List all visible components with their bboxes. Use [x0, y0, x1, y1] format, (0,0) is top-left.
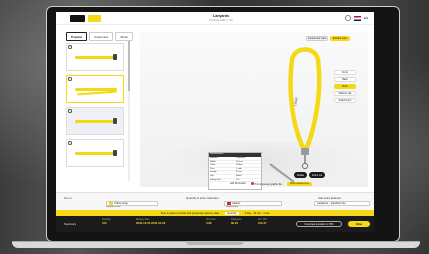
lanyard-preview — [75, 120, 117, 123]
spec-value: Polyester — [236, 157, 246, 159]
thumbnail-list — [66, 41, 136, 187]
spec-value: Yellow — [236, 164, 243, 167]
thumbnail-item[interactable] — [66, 107, 124, 135]
configuration-row: Go on Quantity & price calculator Lanyar… — [56, 192, 374, 210]
thumbnail-index-badge — [68, 77, 72, 81]
language-selector[interactable]: EN — [364, 16, 368, 20]
extra-features-select[interactable]: Carabiner - standard clip — [314, 201, 370, 206]
vat-block: incl. VAT 109.47 — [258, 219, 267, 225]
delivery-date-block: Delivery date 2026-10-05 2026-10-09 — [136, 219, 165, 225]
vat-value: 109.47 — [258, 221, 267, 225]
thumbnail-scroll-thumb[interactable] — [128, 41, 130, 91]
default-view-toggle[interactable]: Default view — [330, 36, 350, 41]
view-option-attachment[interactable]: Attachment — [334, 98, 356, 103]
print-preview-label: Print & preview graphic file — [254, 184, 282, 186]
spec-value: 1 side — [236, 167, 242, 170]
spec-value: 20 mm — [236, 160, 243, 163]
spec-key: Length — [210, 171, 217, 174]
thumbnail-item[interactable] — [66, 75, 124, 103]
delivery-date-to: 2026-10-09 — [150, 221, 166, 225]
spec-key: Clip — [210, 174, 214, 177]
order-button[interactable]: Order — [348, 221, 370, 227]
lanyard-color-select[interactable]: Yellow strap — [106, 201, 158, 206]
summary-label: Summary — [64, 222, 76, 226]
spec-key: Width — [210, 160, 216, 163]
unit-price-value: 0.89 — [206, 221, 212, 225]
clip-preview — [113, 118, 117, 124]
top-icons: EN — [344, 15, 368, 21]
uk-flag-icon[interactable] — [353, 15, 361, 21]
thumbnail-index-badge — [68, 45, 72, 49]
field-c-label: Add extra features — [318, 196, 341, 200]
attachment-select[interactable]: Classic — [224, 201, 282, 206]
thumbnail-index-badge — [68, 141, 72, 145]
account-icon[interactable] — [344, 15, 351, 21]
zoom-out-button[interactable]: Zoom out — [309, 172, 326, 178]
download-pdf-button[interactable]: Download quotation in PDF — [296, 221, 342, 227]
3d-viewport[interactable]: Customise view Default view LOGO Front B… — [140, 32, 368, 190]
thumbnail-item[interactable] — [66, 139, 124, 167]
thumbnail-item[interactable] — [66, 43, 124, 71]
clip-preview — [113, 54, 117, 60]
total-price-block: Total price 89.00 — [231, 219, 241, 225]
brand-logo[interactable] — [70, 15, 85, 22]
tab-customize[interactable]: Customize — [89, 32, 114, 41]
calculator-label: Quantity & price calculator — [186, 196, 219, 200]
rotate-button[interactable]: Rotate — [294, 172, 308, 178]
view-options: Front Back Both Without clip Attachment — [334, 70, 356, 105]
delivery-date-from: 2026-10-05 — [136, 221, 151, 225]
svg-text:LOGO: LOGO — [293, 96, 299, 106]
app-screen: Lanyards Product editor / 3D EN Popular … — [56, 12, 374, 232]
spec-key: Material — [210, 157, 218, 159]
quantity-value: 100 — [102, 221, 107, 225]
brand-badge[interactable] — [88, 15, 101, 22]
spec-key: Print — [210, 167, 215, 170]
spec-value: Metal — [236, 174, 242, 177]
red-swatch-icon — [227, 202, 231, 205]
view-option-both[interactable]: Both — [334, 84, 356, 89]
add-3d-product-link[interactable]: Add 3D product — [230, 183, 246, 185]
quantity-block: Quantity 100 — [102, 219, 111, 225]
banner-text: Time to place an order and guarantee del… — [160, 211, 220, 215]
tab-show[interactable]: Show — [115, 32, 133, 41]
page-subtitle: Product editor / 3D — [209, 18, 233, 22]
spec-value: Yes — [236, 178, 240, 181]
config-section-label: Go on — [64, 196, 72, 200]
spec-value: 90 cm — [236, 171, 242, 174]
order-sample-button[interactable]: Order sample here — [286, 182, 312, 186]
page-title-block: Lanyards Product editor / 3D — [186, 14, 256, 22]
clip-preview — [113, 150, 117, 156]
view-option-front[interactable]: Front — [334, 70, 356, 75]
attachment-value: Classic — [232, 202, 241, 205]
banner-badge: Quantity — [225, 211, 239, 215]
spec-key: Safety lock — [210, 178, 221, 181]
view-option-without-clip[interactable]: Without clip — [334, 91, 356, 96]
countdown-text: 4 day - 10 min - 5 sec — [244, 211, 270, 215]
total-price-value: 89.00 — [231, 221, 238, 225]
lanyard-preview — [75, 56, 117, 59]
unit-price-block: Unit price 0.89 — [206, 219, 216, 225]
laptop-notch — [186, 241, 244, 245]
tab-bar: Popular Customize Show — [66, 32, 136, 41]
template-panel: Popular Customize Show — [66, 32, 136, 187]
viewport-controls: Rotate Zoom out — [294, 172, 326, 178]
tab-popular[interactable]: Popular — [66, 32, 88, 41]
order-summary-bar: Summary Quantity 100 Delivery date 2026-… — [56, 216, 374, 232]
lanyard-preview — [76, 90, 118, 96]
lanyard-3d-model[interactable]: LOGO — [280, 40, 330, 172]
spec-key: Color — [210, 164, 216, 167]
thumbnail-index-badge — [68, 109, 72, 113]
view-option-back[interactable]: Back — [334, 77, 356, 82]
record-icon — [250, 182, 254, 185]
print-preview-link[interactable]: Print & preview graphic file — [250, 182, 282, 186]
lanyard-color-value: Yellow strap — [114, 202, 128, 205]
lanyard-preview — [75, 152, 117, 155]
yellow-swatch-icon — [109, 202, 113, 205]
viewport-hints: Add 3D product Print & preview graphic f… — [230, 182, 312, 186]
top-bar: Lanyards Product editor / 3D EN — [56, 12, 374, 25]
